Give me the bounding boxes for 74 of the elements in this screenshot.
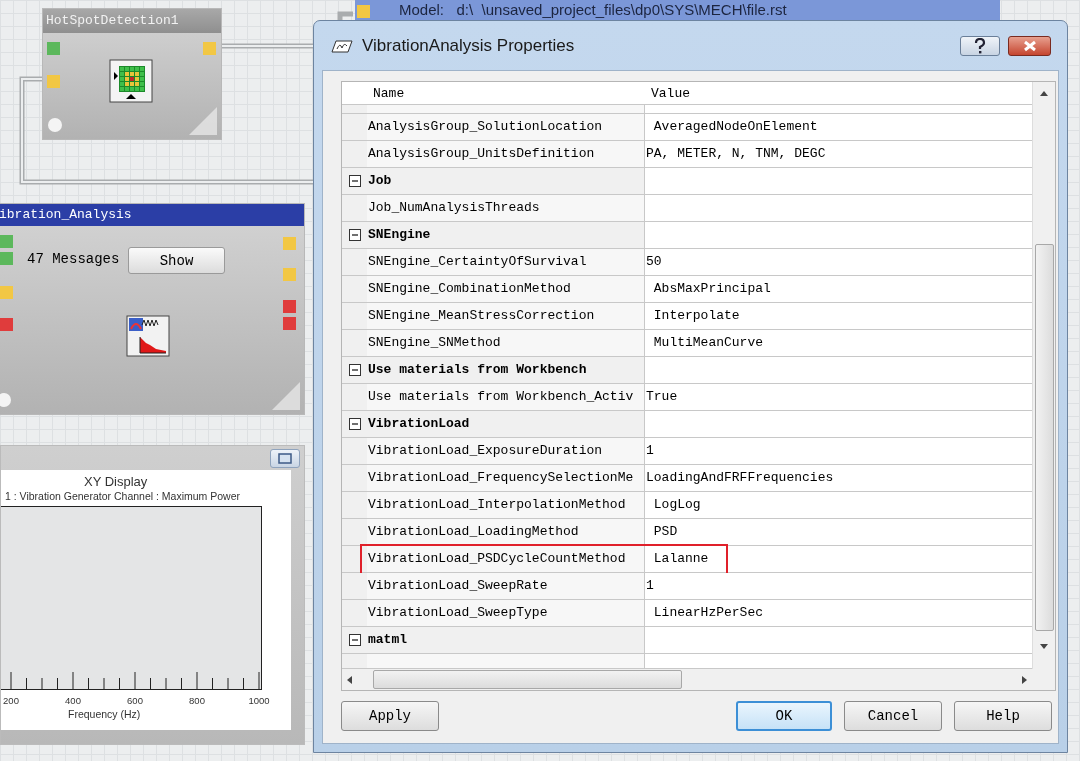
vertical-scrollbar[interactable]	[1032, 82, 1055, 669]
dialog-button[interactable]: Cancel	[844, 701, 942, 731]
tick-label: 600	[126, 695, 144, 706]
node-title: ibration_Analysis	[0, 204, 304, 226]
property-name: Use materials from Workbench_Activ	[367, 384, 645, 411]
row-header	[342, 573, 367, 600]
restore-icon	[278, 452, 292, 464]
flow-node[interactable]: ibration_Analysis 47 Messages Show	[0, 203, 305, 415]
property-value[interactable]: 1	[645, 573, 1032, 600]
chart-title: XY Display	[84, 474, 148, 489]
horizontal-scrollbar[interactable]	[342, 669, 1032, 690]
dialog-button[interactable]: Apply	[341, 701, 439, 731]
property-name: SNEngine_MeanStressCorrection	[367, 303, 645, 330]
scroll-right-icon[interactable]	[1021, 674, 1028, 685]
row-header	[342, 519, 367, 546]
row-header	[342, 492, 367, 519]
scroll-up-icon[interactable]	[1039, 90, 1049, 97]
row-header	[342, 465, 367, 492]
property-name: SNEngine_CombinationMethod	[367, 276, 645, 303]
property-name: SNEngine_SNMethod	[367, 330, 645, 357]
property-name: VibrationLoad_SweepRate	[367, 573, 645, 600]
group-header[interactable]: Job	[367, 168, 645, 195]
window-title: VibrationAnalysis Properties	[362, 35, 576, 56]
message-count: 47 Messages	[27, 251, 120, 267]
chart-subtitle: 1 : Vibration Generator Channel : Maximum Power	[5, 490, 240, 502]
row-header	[342, 276, 367, 303]
axis-label: Frequency (Hz)	[68, 708, 141, 720]
close-button[interactable]	[1008, 35, 1051, 56]
tick-label: 800	[188, 695, 206, 706]
column-header[interactable]: Name	[367, 82, 645, 105]
property-name: VibrationLoad_PSDCycleCountMethod	[367, 546, 645, 573]
property-name: AnalysisGroup_UnitsDefinition	[367, 141, 645, 168]
show-button[interactable]: Show	[128, 247, 225, 274]
psd-chart-icon[interactable]	[126, 315, 170, 357]
tick-label: 400	[64, 695, 82, 706]
tick-label: 200	[2, 695, 20, 706]
property-name: AnalysisGroup_SolutionLocation	[367, 114, 645, 141]
group-header[interactable]: Use materials from Workbench	[367, 357, 645, 384]
row-header	[342, 303, 367, 330]
collapse-icon[interactable]	[348, 364, 361, 376]
collapse-icon[interactable]	[348, 175, 361, 187]
property-name: VibrationLoad_InterpolationMethod	[367, 492, 645, 519]
tick-label: 1000	[247, 695, 271, 706]
scroll-left-icon[interactable]	[346, 674, 353, 685]
heatmap-icon[interactable]	[109, 59, 153, 103]
dialog-button[interactable]: Help	[954, 701, 1052, 731]
model-path: Model: d:\ \unsaved_project_files\dp0\SYS\MECH\file.rst	[399, 0, 787, 20]
status-dot-icon	[47, 117, 63, 133]
property-name: Job_NumAnalysisThreads	[367, 195, 645, 222]
restore-button[interactable]	[270, 448, 300, 468]
resize-grip-icon[interactable]	[270, 380, 302, 412]
collapse-icon[interactable]	[348, 418, 361, 430]
group-header[interactable]: SNEngine	[367, 222, 645, 249]
close-icon	[1022, 39, 1037, 52]
resize-grip-icon[interactable]	[187, 105, 219, 137]
group-header[interactable]: matml	[367, 627, 645, 654]
node-title: HotSpotDetection1	[43, 9, 221, 33]
scroll-down-icon[interactable]	[1039, 643, 1049, 650]
property-name: SNEngine_CertaintyOfSurvival	[367, 249, 645, 276]
collapse-icon[interactable]	[348, 634, 361, 646]
column-header[interactable]: Value	[645, 82, 1032, 105]
help-icon	[973, 37, 987, 54]
dialog-button[interactable]: OK	[736, 701, 832, 731]
property-name: VibrationLoad_LoadingMethod	[367, 519, 645, 546]
property-name: VibrationLoad_FrequencySelectionMe	[367, 465, 645, 492]
help-button[interactable]	[960, 35, 1000, 56]
group-header[interactable]: VibrationLoad	[367, 411, 645, 438]
scroll-thumb[interactable]	[1034, 244, 1054, 631]
property-name: VibrationLoad_ExposureDuration	[367, 438, 645, 465]
app-icon	[328, 37, 354, 54]
scroll-thumb[interactable]	[373, 670, 682, 689]
row-header	[342, 546, 367, 573]
property-name: VibrationLoad_SweepType	[367, 600, 645, 627]
collapse-icon[interactable]	[348, 229, 361, 241]
